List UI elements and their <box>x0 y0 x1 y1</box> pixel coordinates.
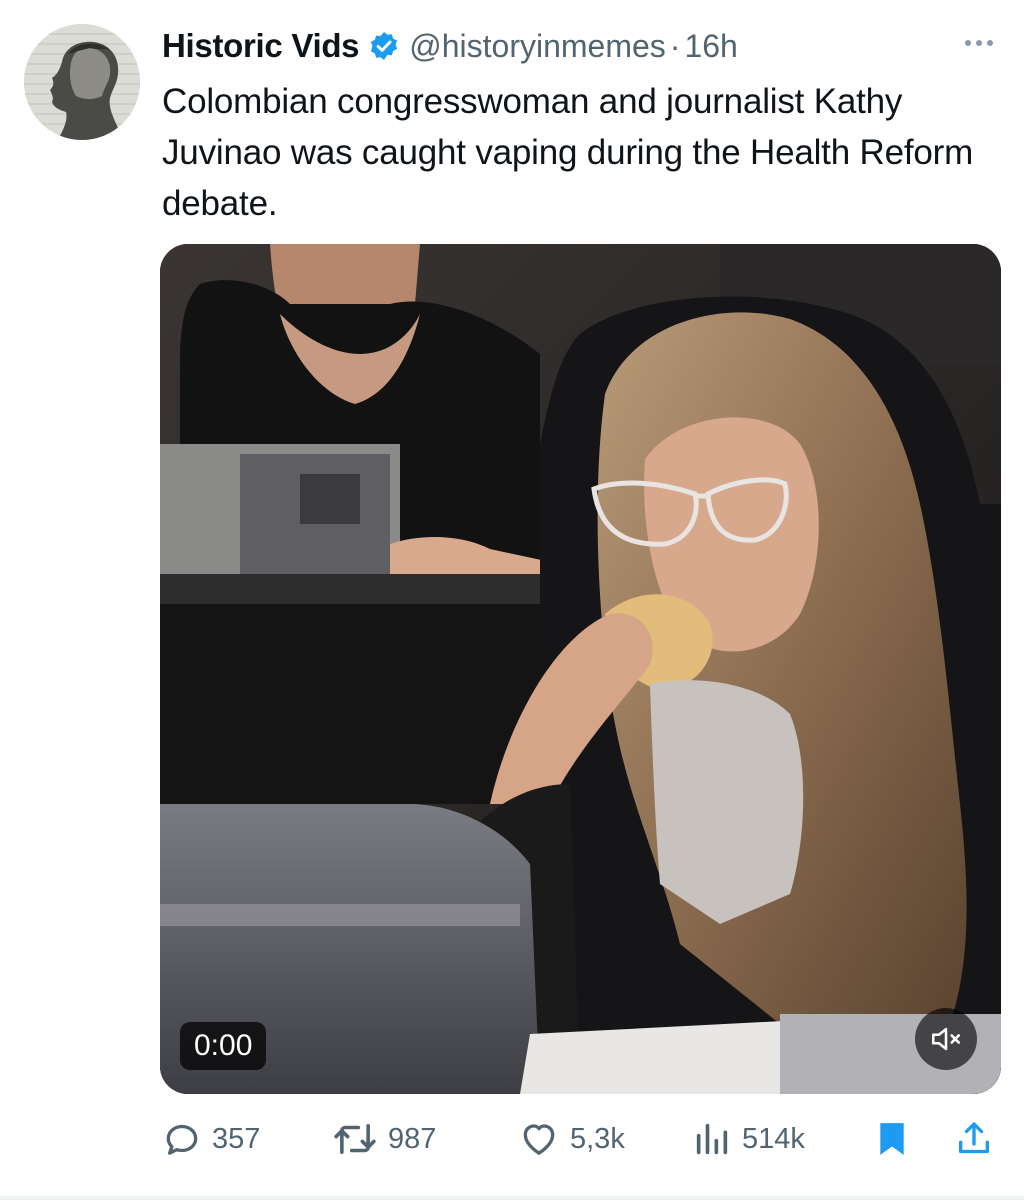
avatar-profile-engraving <box>24 24 140 140</box>
repost-button[interactable]: 987 <box>332 1116 436 1162</box>
share-button[interactable] <box>954 1116 994 1162</box>
mute-toggle-button[interactable] <box>915 1008 977 1070</box>
author-avatar[interactable] <box>24 24 140 140</box>
bookmark-button[interactable] <box>872 1116 912 1162</box>
reply-count: 357 <box>212 1122 261 1155</box>
repost-icon <box>334 1124 376 1154</box>
video-timestamp: 0:00 <box>180 1022 267 1070</box>
post-action-bar: 357 987 5,3k 514k <box>160 1116 1002 1162</box>
views-button[interactable]: 514k <box>692 1116 805 1162</box>
share-icon <box>959 1122 989 1154</box>
divider <box>0 1196 1024 1200</box>
post-time[interactable]: 16h <box>684 28 737 65</box>
reply-button[interactable]: 357 <box>162 1116 260 1162</box>
reply-icon <box>166 1124 198 1155</box>
post-header: Historic Vids @historyinmemes · 16h <box>162 24 1004 68</box>
more-options-button[interactable] <box>958 28 1000 58</box>
more-horizontal-icon <box>965 40 971 46</box>
video-player[interactable]: 0:00 <box>160 244 1001 1094</box>
verified-badge-icon <box>368 30 400 62</box>
video-frame <box>160 244 1001 1094</box>
repost-count: 987 <box>388 1122 437 1155</box>
author-name[interactable]: Historic Vids <box>162 27 360 65</box>
views-count: 514k <box>742 1122 805 1155</box>
header-separator: · <box>669 27 681 64</box>
bookmark-icon <box>880 1123 904 1155</box>
views-bar-chart-icon <box>696 1123 728 1155</box>
like-count: 5,3k <box>570 1122 625 1155</box>
post-text: Colombian congresswoman and journalist K… <box>162 82 974 223</box>
speaker-muted-icon <box>931 1027 961 1051</box>
author-handle[interactable]: @historyinmemes <box>409 28 666 65</box>
like-button[interactable]: 5,3k <box>518 1116 625 1162</box>
heart-icon <box>523 1124 555 1155</box>
